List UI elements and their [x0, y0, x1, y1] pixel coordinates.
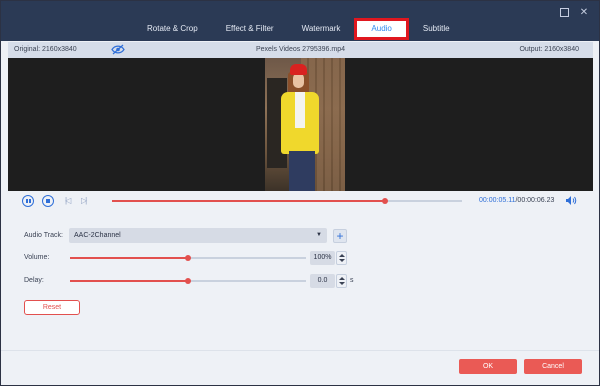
tab-rotate-crop[interactable]: Rotate & Crop	[133, 18, 212, 40]
tab-subtitle[interactable]: Subtitle	[409, 18, 464, 40]
edit-dialog: ✕ Rotate & Crop Effect & Filter Watermar…	[0, 0, 600, 386]
reset-button[interactable]: Reset	[24, 300, 80, 315]
stop-icon[interactable]	[42, 195, 54, 207]
close-icon[interactable]: ✕	[579, 8, 589, 18]
delay-label: Delay:	[24, 277, 44, 284]
playback-progress[interactable]	[112, 198, 462, 204]
tab-audio[interactable]: Audio	[354, 18, 409, 40]
tab-effect-filter[interactable]: Effect & Filter	[212, 18, 288, 40]
chevron-up-icon[interactable]	[339, 277, 345, 280]
video-frame	[265, 58, 345, 191]
chevron-up-icon[interactable]	[339, 254, 345, 257]
speaker-icon[interactable]	[565, 195, 577, 206]
audio-track-value: AAC-2Channel	[74, 232, 121, 239]
volume-slider[interactable]	[70, 255, 306, 261]
audio-track-label: Audio Track:	[24, 232, 63, 239]
volume-label: Volume:	[24, 254, 50, 261]
audio-track-select[interactable]: AAC-2Channel ▼	[69, 228, 327, 243]
frame-pants	[289, 151, 315, 191]
add-audio-track-button[interactable]: +	[333, 229, 347, 243]
delay-unit: s	[350, 277, 354, 284]
restore-icon[interactable]	[560, 8, 569, 17]
skip-next-icon[interactable]: ▷|	[81, 196, 87, 205]
chevron-down-icon[interactable]	[339, 282, 345, 285]
output-resolution: Output: 2160x3840	[519, 46, 579, 53]
time-readout: 00:00:05.11/00:00:06.23	[479, 197, 554, 204]
ok-button[interactable]: OK	[459, 359, 517, 374]
chevron-down-icon[interactable]	[339, 259, 345, 262]
file-name: Pexels Videos 2795396.mp4	[256, 46, 345, 53]
video-preview	[8, 58, 593, 191]
volume-value[interactable]: 100%	[310, 251, 335, 265]
pause-icon[interactable]	[22, 195, 34, 207]
total-time: 00:00:06.23	[517, 197, 555, 204]
skip-previous-icon[interactable]: |◁	[65, 196, 71, 205]
delay-slider[interactable]	[70, 278, 306, 284]
tab-bar: Rotate & Crop Effect & Filter Watermark …	[133, 18, 464, 40]
playback-controls: |◁ ▷| 00:00:05.11/00:00:06.23	[8, 191, 593, 211]
frame-shirt	[295, 92, 305, 128]
delay-value[interactable]: 0.0	[310, 274, 335, 288]
info-bar: Original: 2160x3840 Pexels Videos 279539…	[8, 42, 593, 58]
volume-slider-fill	[70, 257, 188, 259]
current-time: 00:00:05.11	[479, 197, 516, 204]
dialog-footer: OK Cancel	[1, 350, 599, 385]
title-bar: ✕ Rotate & Crop Effect & Filter Watermar…	[1, 1, 599, 41]
chevron-down-icon: ▼	[316, 232, 322, 238]
delay-slider-knob[interactable]	[185, 278, 191, 284]
window-controls: ✕	[560, 8, 589, 18]
delay-stepper[interactable]	[336, 274, 347, 288]
frame-face	[293, 73, 304, 88]
tab-watermark[interactable]: Watermark	[288, 18, 355, 40]
cancel-button[interactable]: Cancel	[524, 359, 582, 374]
playback-progress-knob[interactable]	[382, 198, 388, 204]
volume-stepper[interactable]	[336, 251, 347, 265]
frame-hat	[290, 64, 307, 75]
volume-slider-knob[interactable]	[185, 255, 191, 261]
playback-progress-fill	[112, 200, 385, 202]
delay-slider-fill	[70, 280, 188, 282]
